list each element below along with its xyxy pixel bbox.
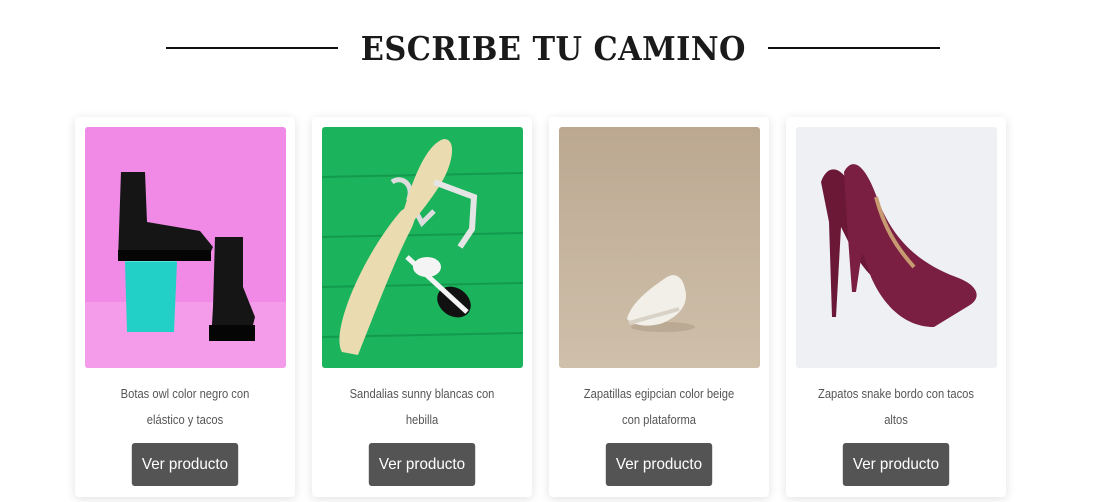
product-description: Botas owl color negro con elástico y tac… [120,386,250,427]
heading-divider-left [166,47,338,49]
section-heading: ESCRIBE TU CAMINO [166,26,940,70]
product-card: Zapatos snake bordo con tacos altos Ver … [786,117,1006,497]
product-description: Zapatillas egipcian color beige con plat… [583,386,735,427]
view-product-button[interactable]: Ver producto [842,443,950,486]
view-product-button[interactable]: Ver producto [368,443,476,486]
product-image[interactable] [796,127,997,368]
product-description: Sandalias sunny blancas con hebilla [349,386,495,427]
product-description: Zapatos snake bordo con tacos altos [817,386,974,427]
section-title: ESCRIBE TU CAMINO [360,28,746,68]
heading-divider-right [768,47,940,49]
product-image[interactable] [85,127,286,368]
view-product-button[interactable]: Ver producto [605,443,713,486]
product-card: Sandalias sunny blancas con hebilla Ver … [312,117,532,497]
product-image[interactable] [559,127,760,368]
product-card: Botas owl color negro con elástico y tac… [75,117,295,497]
product-card: Zapatillas egipcian color beige con plat… [549,117,769,497]
product-image[interactable] [322,127,523,368]
view-product-button[interactable]: Ver producto [131,443,239,486]
